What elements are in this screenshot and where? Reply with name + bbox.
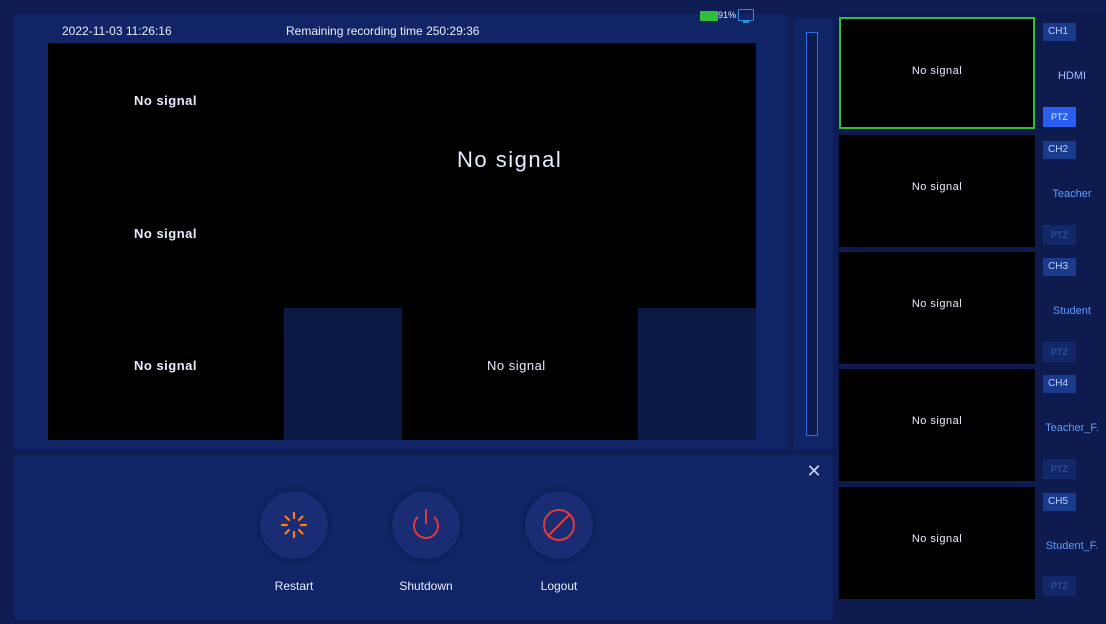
thumb-label: No signal xyxy=(911,533,963,545)
tile-label: No signal xyxy=(487,358,546,373)
channel-thumb-4[interactable]: No signal xyxy=(839,369,1035,481)
channel-name-1: HDMI xyxy=(1057,70,1087,82)
empty-tile xyxy=(284,308,402,440)
channel-name-4: Teacher_F. xyxy=(1045,422,1099,434)
channel-tab-1[interactable]: CH1 xyxy=(1043,23,1076,41)
restart-icon xyxy=(280,511,308,539)
channel-name-5: Student_F. xyxy=(1045,540,1099,552)
restart-label: Restart xyxy=(274,579,314,593)
logout-button[interactable] xyxy=(525,491,593,559)
power-icon xyxy=(413,509,439,539)
channel-tab-4[interactable]: CH4 xyxy=(1043,375,1076,393)
tile-label: No signal xyxy=(134,358,198,373)
ptz-button-2[interactable]: PTZ xyxy=(1043,225,1076,245)
channel-thumb-1[interactable]: No signal xyxy=(839,17,1035,129)
thumb-label: No signal xyxy=(911,181,963,193)
ptz-button-5[interactable]: PTZ xyxy=(1043,576,1076,596)
recording-time: Remaining recording time 250:29:36 xyxy=(286,24,480,38)
channel-thumb-2[interactable]: No signal xyxy=(839,135,1035,247)
ptz-button-1[interactable]: PTZ xyxy=(1043,107,1076,127)
channel-tab-2[interactable]: CH2 xyxy=(1043,141,1076,159)
tile-label: No signal xyxy=(134,93,198,108)
scrollbar[interactable] xyxy=(806,32,818,436)
shutdown-button[interactable] xyxy=(392,491,460,559)
shutdown-label: Shutdown xyxy=(399,579,453,593)
channel-tab-3[interactable]: CH3 xyxy=(1043,258,1076,276)
channel-thumb-5[interactable]: No signal xyxy=(839,487,1035,599)
logout-label: Logout xyxy=(540,579,578,593)
center-label: No signal xyxy=(457,147,563,172)
battery-icon xyxy=(700,11,718,21)
thumb-label: No signal xyxy=(911,65,963,77)
main-video[interactable]: No signal No signal No signal No signal … xyxy=(48,43,756,440)
close-icon[interactable]: ✕ xyxy=(805,462,823,480)
tile-label: No signal xyxy=(134,226,198,241)
channel-name-2: Teacher xyxy=(1052,188,1092,200)
channel-thumb-3[interactable]: No signal xyxy=(839,252,1035,364)
prohibited-icon xyxy=(543,509,575,541)
datetime: 2022-11-03 11:26:16 xyxy=(62,24,172,38)
empty-tile xyxy=(638,308,756,440)
channel-tab-5[interactable]: CH5 xyxy=(1043,493,1076,511)
ptz-button-3[interactable]: PTZ xyxy=(1043,342,1076,362)
thumb-label: No signal xyxy=(911,298,963,310)
status-bar: 2022-11-03 11:26:16 Remaining recording … xyxy=(14,14,788,42)
channel-name-3: Student xyxy=(1053,305,1091,317)
thumb-label: No signal xyxy=(911,415,963,427)
restart-button[interactable] xyxy=(260,491,328,559)
ptz-button-4[interactable]: PTZ xyxy=(1043,459,1076,479)
battery-percent: 91% xyxy=(718,10,737,20)
monitor-icon xyxy=(738,9,754,23)
